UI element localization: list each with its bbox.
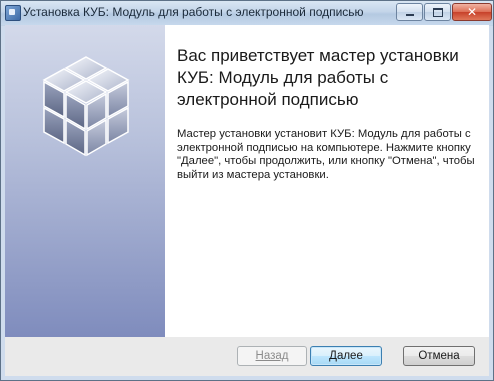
installer-window: Установка КУБ: Модуль для работы с элект… [0,0,494,381]
installer-app-icon [5,5,21,21]
welcome-body-text: Мастер установки установит КУБ: Модуль д… [177,128,475,181]
close-icon: ✕ [466,5,478,19]
back-button[interactable]: Назад [237,346,307,366]
back-button-label: Назад [255,350,289,362]
cancel-button-label: Отмена [418,350,460,362]
wizard-footer: Назад Далее Отмена [5,337,489,376]
minimize-icon [405,14,414,16]
wizard-content: Вас приветствует мастер установки КУБ: М… [5,25,489,337]
next-button-label: Далее [329,350,363,362]
cube-logo-icon [42,56,130,157]
maximize-icon [432,7,443,17]
close-button[interactable]: ✕ [452,3,492,21]
next-button[interactable]: Далее [310,346,382,366]
wizard-side-panel [5,25,165,337]
minimize-button[interactable] [396,3,423,21]
welcome-heading: Вас приветствует мастер установки КУБ: М… [177,46,459,109]
cancel-button[interactable]: Отмена [403,346,475,366]
maximize-button[interactable] [424,3,451,21]
window-title: Установка КУБ: Модуль для работы с элект… [23,5,364,19]
title-bar[interactable]: Установка КУБ: Модуль для работы с элект… [1,1,493,25]
